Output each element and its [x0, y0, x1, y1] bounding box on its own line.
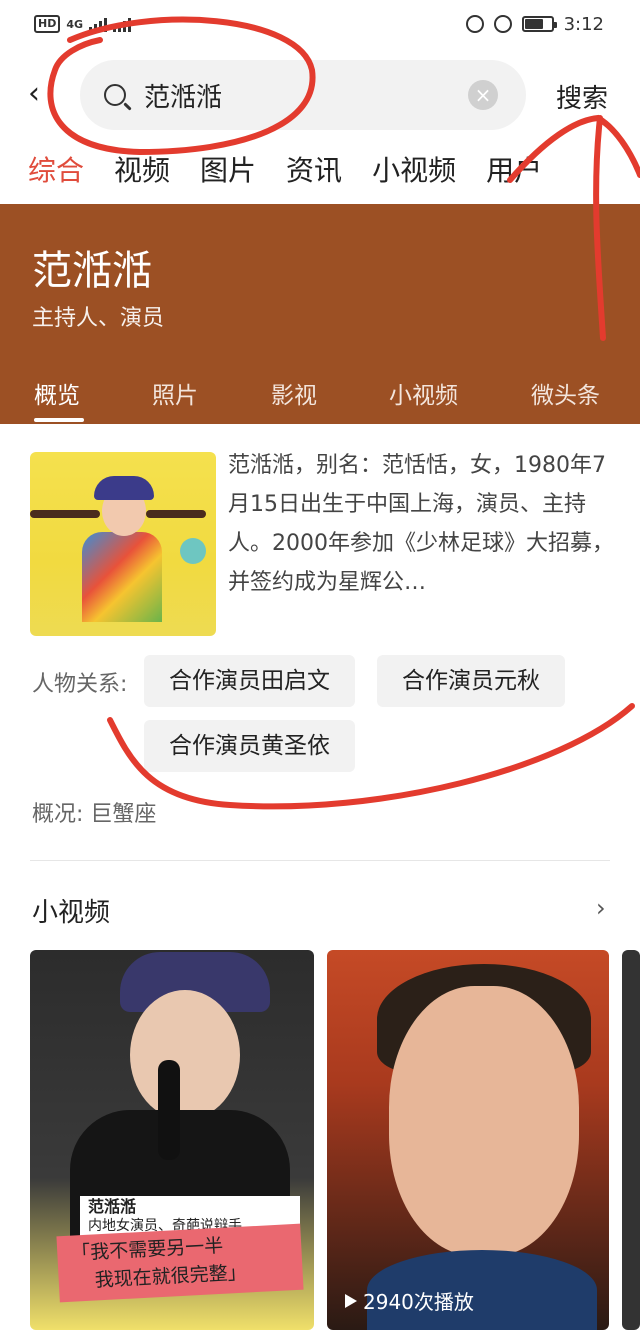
profile-bio[interactable]: 范湉湉，别名：范恬恬，女，1980年7月15日出生于中国上海，演员、主持人。20… — [228, 446, 614, 602]
status-right: 3:12 — [465, 13, 604, 35]
tab-video[interactable]: 视频 — [114, 146, 170, 202]
video-card[interactable]: 2940次播放 — [327, 950, 609, 1330]
video-card-partial[interactable] — [622, 950, 640, 1330]
subtab-short-video[interactable]: 小视频 — [389, 376, 458, 410]
tab-short-video[interactable]: 小视频 — [372, 146, 456, 202]
profile-info: 概况: 巨蟹座 — [32, 796, 156, 828]
alarm-icon — [465, 15, 484, 33]
tab-images[interactable]: 图片 — [200, 146, 256, 202]
signal-icon — [89, 16, 108, 32]
profile-role: 主持人、演员 — [32, 306, 165, 331]
battery-icon — [521, 16, 557, 32]
status-left: HD 4G — [34, 15, 132, 33]
category-tabs: 综合 视频 图片 资讯 小视频 用户 — [0, 146, 640, 202]
search-icon — [104, 84, 126, 106]
tab-comprehensive[interactable]: 综合 — [28, 146, 84, 202]
search-button[interactable]: 搜索 — [556, 78, 608, 115]
video-quote: 「我不需要另一半 我现在就很完整」 — [56, 1223, 304, 1303]
back-arrow-icon[interactable]: ‹ — [28, 79, 50, 109]
video-card[interactable]: 范湉湉 内地女演员、奇葩说辩手 「我不需要另一半 我现在就很完整」 — [30, 950, 314, 1330]
tab-users[interactable]: 用户 — [486, 146, 542, 202]
clear-icon[interactable]: × — [468, 80, 498, 110]
relation-chip[interactable]: 合作演员元秋 — [377, 655, 565, 707]
search-box[interactable]: × — [80, 60, 526, 130]
subtab-photos[interactable]: 照片 — [152, 376, 198, 410]
profile-banner: 范湉湉 主持人、演员 概览 照片 影视 小视频 微头条 — [0, 204, 640, 424]
clock: 3:12 — [563, 13, 604, 35]
chevron-right-icon[interactable]: › — [596, 894, 606, 922]
network-label: 4G — [66, 17, 84, 31]
short-video-section-title: 小视频 — [32, 898, 111, 928]
subtab-overview[interactable]: 概览 — [34, 376, 80, 410]
divider — [30, 860, 610, 861]
info-value: 巨蟹座 — [90, 802, 157, 827]
signal-icon-2 — [113, 16, 132, 32]
play-count: 2940次播放 — [345, 1286, 474, 1315]
status-bar: HD 4G 3:12 — [0, 0, 640, 48]
subtab-indicator — [34, 418, 84, 422]
tab-news[interactable]: 资讯 — [286, 146, 342, 202]
play-icon — [345, 1293, 357, 1308]
profile-photo[interactable] — [30, 452, 216, 636]
subtab-filmography[interactable]: 影视 — [271, 376, 317, 410]
search-row: ‹ × 搜索 — [0, 56, 640, 134]
profile-name: 范湉湉 — [32, 248, 152, 294]
hd-indicator: HD — [34, 15, 61, 33]
relation-chip[interactable]: 合作演员黄圣依 — [144, 720, 355, 772]
search-input[interactable] — [144, 80, 444, 110]
microphone-image — [158, 1060, 180, 1160]
mute-icon — [493, 15, 512, 33]
info-label: 概况: — [32, 802, 84, 827]
relations-label: 人物关系: — [32, 672, 128, 697]
relation-chip[interactable]: 合作演员田启文 — [144, 655, 355, 707]
subtab-micro-posts[interactable]: 微头条 — [531, 376, 600, 410]
